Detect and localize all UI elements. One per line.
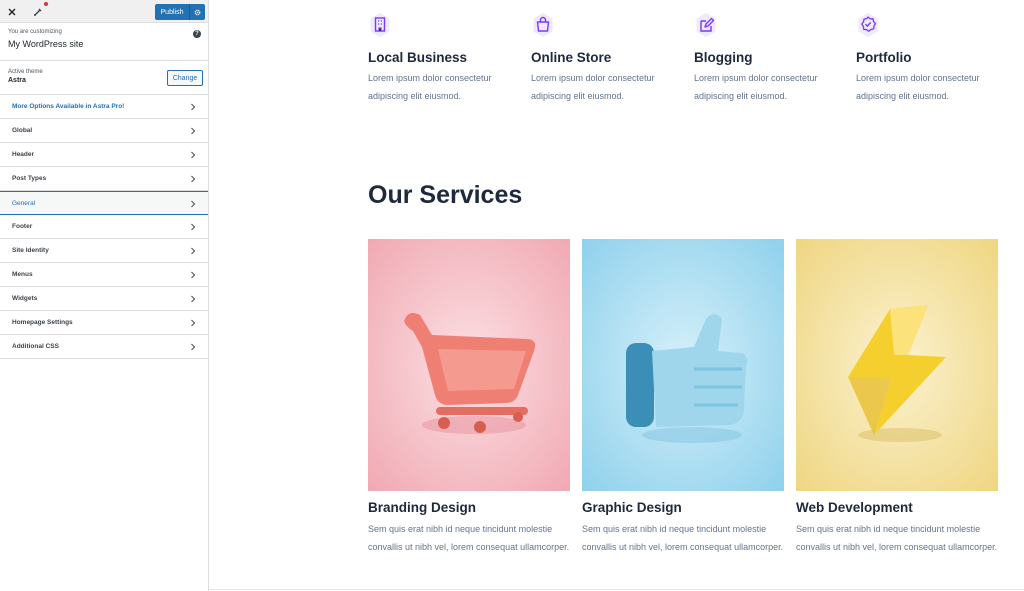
customizing-label: You are customizing [8,29,62,35]
service-title: Branding Design [368,500,477,515]
service-title: Web Development [796,500,913,515]
chevron-right-icon [191,271,196,279]
feature-title: Blogging [694,50,753,65]
menu-item-label: Menus [12,271,33,278]
menu-item-label: More Options Available in Astra Pro! [12,103,125,110]
menu-item-label: General [12,199,36,207]
service-card-web: Web Development Sem quis erat nibh id ne… [796,239,998,552]
chevron-right-icon [191,200,196,208]
service-card-branding: Branding Design Sem quis erat nibh id ne… [368,239,570,552]
feature-online-store: Online Store Lorem ipsum dolor consectet… [531,12,681,101]
menu-item-label: Widgets [12,295,38,302]
menu-item-widgets[interactable]: Widgets [0,287,208,311]
shopping-bag-icon [533,13,553,37]
service-description: Sem quis erat nibh id neque tincidunt mo… [582,524,784,552]
feature-description: Lorem ipsum dolor consectetur adipiscing… [856,73,980,101]
feature-blogging: Blogging Lorem ipsum dolor consectetur a… [694,12,844,101]
publish-label: Publish [160,8,184,16]
lightning-bolt-image [796,239,998,491]
badge-check-icon [858,13,878,37]
feature-title: Portfolio [856,50,912,65]
help-icon[interactable]: ? [193,30,201,38]
menu-item-site-identity[interactable]: Site Identity [0,239,208,263]
menu-item-global[interactable]: Global [0,119,208,143]
menu-item-label: Additional CSS [12,343,59,350]
menu-item-astra-pro[interactable]: More Options Available in Astra Pro! [0,95,208,119]
feature-description: Lorem ipsum dolor consectetur adipiscing… [368,73,492,101]
menu-item-label: Header [12,151,35,158]
menu-item-label: Homepage Settings [12,319,73,326]
customizer-sidebar: Publish You are customizing My WordPress… [0,0,209,591]
active-theme-label: Active theme [8,69,43,75]
chevron-right-icon [191,151,196,159]
customizing-info: You are customizing My WordPress site ? [0,23,208,61]
menu-item-label: Global [12,127,33,134]
menu-item-homepage-settings[interactable]: Homepage Settings [0,311,208,335]
chevron-right-icon [191,343,196,351]
notification-dot [44,2,48,6]
menu-item-label: Post Types [12,175,47,182]
menu-item-general[interactable]: General [0,191,208,215]
active-theme-section: Active theme Astra Change [0,61,208,95]
menu-item-additional-css[interactable]: Additional CSS [0,335,208,359]
thumbs-up-image [582,239,784,491]
menu-item-footer[interactable]: Footer [0,215,208,239]
feature-title: Local Business [368,50,468,65]
menu-item-menus[interactable]: Menus [0,263,208,287]
services-heading: Our Services [368,181,523,209]
menu-item-post-types[interactable]: Post Types [0,167,208,191]
chevron-right-icon [191,319,196,327]
chevron-right-icon [191,223,196,231]
feature-local-business: Local Business Lorem ipsum dolor consect… [368,12,518,101]
publish-button[interactable]: Publish [155,4,205,20]
customizer-header: Publish [0,0,208,23]
change-theme-button[interactable]: Change [167,70,203,86]
close-icon[interactable] [0,0,24,23]
feature-portfolio: Portfolio Lorem ipsum dolor consectetur … [856,12,1006,101]
service-title: Graphic Design [582,500,682,515]
site-title: My WordPress site [8,39,84,49]
theme-name: Astra [8,77,26,84]
chevron-right-icon [191,127,196,135]
service-description: Sem quis erat nibh id neque tincidunt mo… [368,524,570,552]
service-card-graphic: Graphic Design Sem quis erat nibh id neq… [582,239,784,552]
building-icon [370,13,390,37]
chevron-right-icon [191,295,196,303]
menu-item-header[interactable]: Header [0,143,208,167]
chevron-right-icon [191,103,196,111]
customizer-menu: More Options Available in Astra Pro! Glo… [0,95,208,359]
menu-item-label: Footer [12,223,33,230]
shopping-cart-image [368,239,570,491]
menu-item-label: Site Identity [12,247,49,254]
service-description: Sem quis erat nibh id neque tincidunt mo… [796,524,998,552]
gear-icon[interactable] [189,4,205,20]
feature-title: Online Store [531,50,612,65]
chevron-right-icon [191,247,196,255]
site-preview: Local Business Lorem ipsum dolor consect… [209,0,1024,591]
feature-description: Lorem ipsum dolor consectetur adipiscing… [531,73,655,101]
divider [209,589,1024,590]
feature-description: Lorem ipsum dolor consectetur adipiscing… [694,73,818,101]
chevron-right-icon [191,175,196,183]
edit-icon [696,13,716,37]
